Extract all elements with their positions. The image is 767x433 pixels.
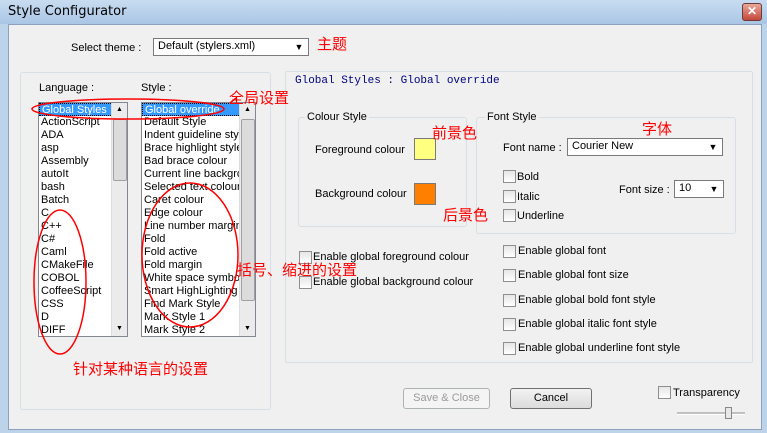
annotation-global: 全局设置	[229, 89, 290, 107]
style-configurator-window: Style Configurator ✕ Select theme : Defa…	[0, 0, 767, 433]
annotation-brace-indent: 括号、缩进的设置	[237, 261, 358, 279]
annotation-background: 后景色	[443, 206, 489, 224]
annotation-language: 针对某种语言的设置	[73, 360, 209, 378]
brace-indent-highlight	[141, 182, 239, 328]
annotation-theme: 主题	[317, 35, 348, 53]
annotation-foreground: 前景色	[432, 124, 478, 142]
annotation-font: 字体	[642, 120, 673, 138]
language-highlight	[33, 209, 87, 355]
global-styles-highlight	[31, 98, 225, 120]
